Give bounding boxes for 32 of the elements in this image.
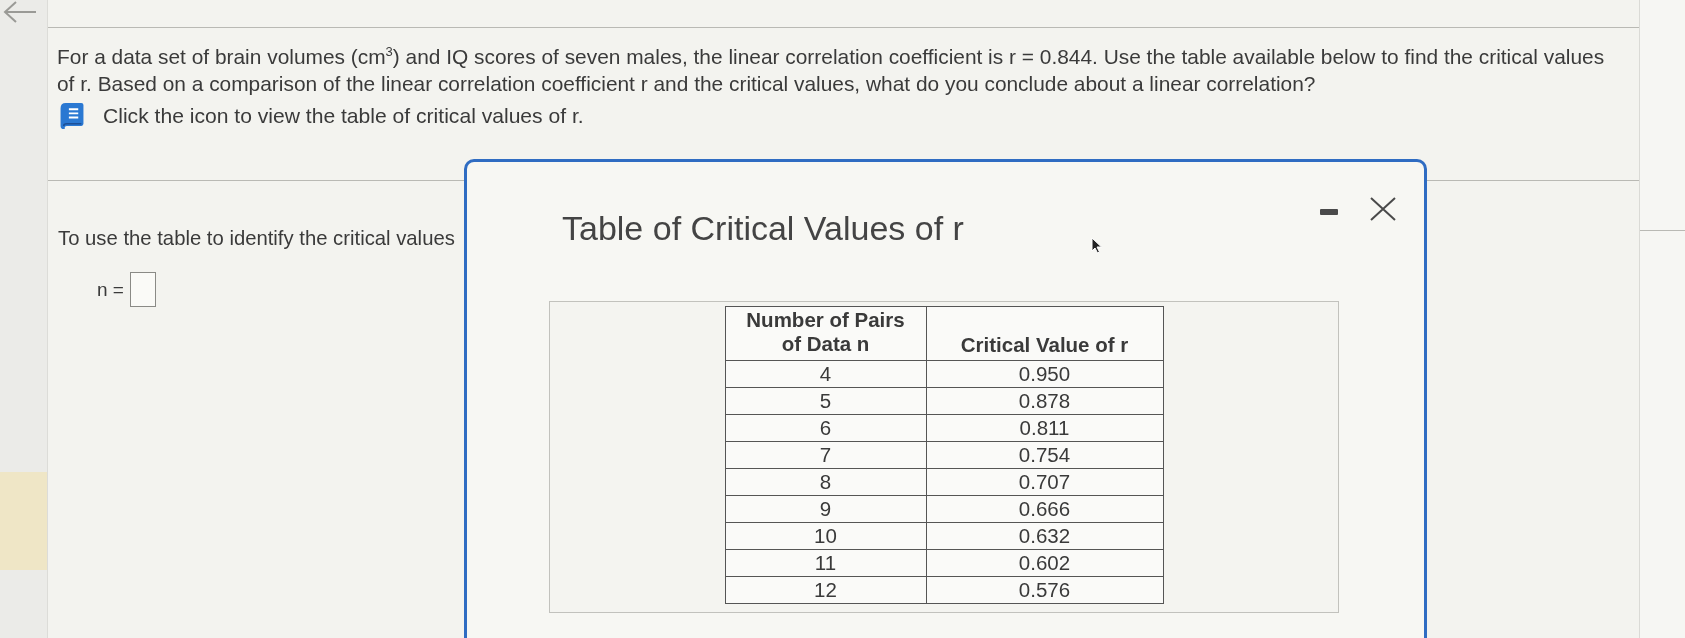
table-cell: 5 (725, 387, 926, 415)
answer-label: n = (97, 278, 124, 301)
table-cell: 0.602 (926, 549, 1163, 577)
hint-text: Click the icon to view the table of critical values of r. (103, 104, 584, 128)
table-cell: 7 (725, 441, 926, 469)
table-cell: 0.878 (926, 387, 1163, 415)
table-cell: 6 (725, 414, 926, 442)
column-header: Critical Value of r (926, 306, 1163, 361)
minimize-icon (1320, 209, 1338, 215)
question-text: For a data set of brain volumes (cm$^{3}$) and IQ scores of seven males, the linear correlation coefficient is r = 0.844. Use the table available below to find the critical values of r. Based on a comparison of the linear correlation coefficient r and the critical values, what do you conclude about a linear correlation? (57, 43, 1606, 97)
minimize-button[interactable] (1318, 207, 1340, 217)
table-cell: 11 (725, 549, 926, 577)
answer-box[interactable] (129, 272, 156, 307)
book-icon[interactable] (60, 103, 84, 129)
table-cell: 0.811 (926, 414, 1163, 442)
table-cell: 0.666 (926, 495, 1163, 523)
table-cell: 0.576 (926, 576, 1163, 604)
table-cell: 10 (725, 522, 926, 550)
table-cell: 8 (725, 468, 926, 496)
cursor-icon (1091, 237, 1103, 254)
close-icon (1370, 197, 1396, 221)
table-cell: 12 (725, 576, 926, 604)
table-cell: 4 (725, 360, 926, 388)
dialog-title: Table of Critical Values of r (562, 209, 964, 247)
table-cell: 0.950 (926, 360, 1163, 388)
prompt-text: To use the table to identify the critical values (58, 227, 455, 250)
table-cell: 0.707 (926, 468, 1163, 496)
table-cell: 0.754 (926, 441, 1163, 469)
table-cell: 9 (725, 495, 926, 523)
close-button[interactable] (1368, 195, 1398, 223)
column-header: Number of Pairs of Data n (725, 306, 926, 361)
table-cell: 0.632 (926, 522, 1163, 550)
